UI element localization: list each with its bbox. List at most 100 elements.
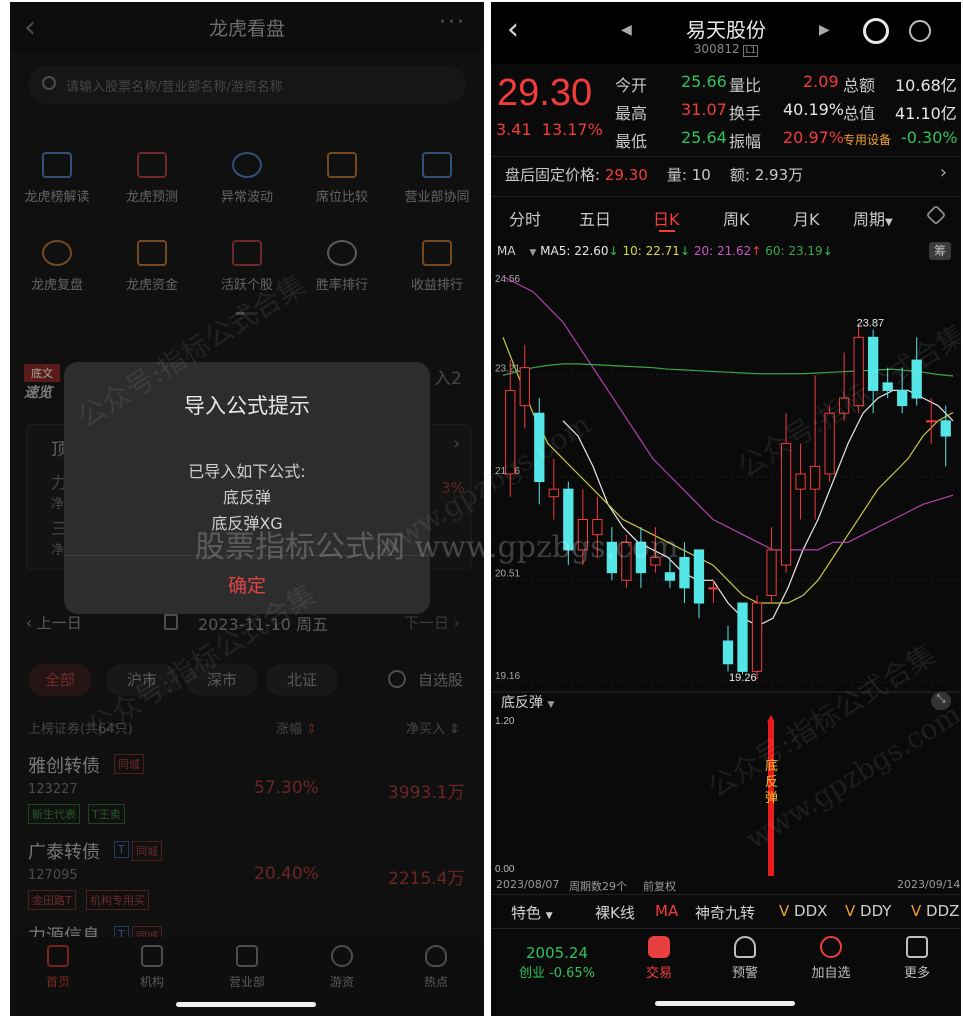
- candle-body: [708, 587, 719, 590]
- candle-body: [926, 420, 937, 423]
- dropdown-icon: ▼: [885, 217, 893, 228]
- after-hours-line[interactable]: 盘后固定价格: 29.30 量: 10 额: 2.93万: [505, 164, 803, 185]
- price-change: 3.41 13.17%: [496, 120, 603, 139]
- tool-ma[interactable]: MA: [655, 902, 678, 920]
- quote-label: 最低: [615, 132, 648, 151]
- tab-label: 更多: [903, 966, 930, 981]
- tool-magic-nine[interactable]: 神奇九转: [695, 902, 755, 923]
- period-label: 周期: [853, 210, 886, 229]
- dialog-formula-1: 底反弹: [222, 488, 271, 507]
- arrow-up-icon: ↑: [751, 244, 762, 258]
- ddz-label: DDZ: [926, 902, 960, 920]
- chip-button[interactable]: 筹: [929, 242, 951, 260]
- right-screen: ‹ ◀ 易天股份 300812 L1 ▶ 29.30 3.41 13.17% 今…: [491, 2, 961, 1016]
- quote-label: 总额: [843, 76, 876, 95]
- footer-start-date: 2023/08/07: [496, 878, 560, 891]
- candle-body: [693, 549, 705, 604]
- v-flag-icon: V: [911, 902, 927, 920]
- ddx-label: DDX: [794, 902, 828, 920]
- low-label: 19.26: [729, 672, 757, 684]
- mascot-icon[interactable]: [863, 18, 889, 44]
- tab-intraday[interactable]: 分时: [509, 206, 541, 230]
- tab-5day[interactable]: 五日: [579, 206, 611, 230]
- candle-body: [722, 640, 734, 665]
- candle-body: [664, 572, 676, 581]
- kline-chart[interactable]: 24.5623.2121.8620.5119.1623.8719.26: [491, 264, 961, 694]
- footer-end-date: 2023/09/14: [897, 878, 961, 891]
- candle-body: [737, 602, 748, 672]
- indicator-top-tick: 1.20: [495, 716, 515, 727]
- quote-value: 25.66: [681, 72, 727, 91]
- ma-legend: MA ▼ MA5: 22.60↓ 10: 22.71↓ 20: 21.62↑ 6…: [497, 244, 833, 258]
- tool-feature[interactable]: 特色 ▼: [511, 902, 553, 923]
- stock-header: ‹ ◀ 易天股份 300812 L1 ▶: [491, 2, 961, 64]
- after-label: 盘后固定价格:: [505, 166, 601, 184]
- tool-ddx[interactable]: V DDX: [779, 902, 827, 920]
- dropdown-icon[interactable]: ▼: [529, 248, 536, 258]
- quote-label: 最高: [615, 104, 648, 123]
- quote-value: 2.09: [803, 72, 839, 91]
- change-value: 3.41: [496, 120, 532, 139]
- quote-value: 31.07: [681, 100, 727, 119]
- tab-label: 交易: [645, 966, 672, 981]
- v-flag-icon: V: [779, 902, 795, 920]
- grid-icon: [906, 936, 928, 958]
- signal-arrow-icon: [767, 715, 775, 722]
- index-label: 创业 -0.65%: [518, 966, 596, 981]
- ma60-value: 60: 23.19: [765, 244, 823, 258]
- quote-value: 25.64: [681, 128, 727, 147]
- tool-ddz[interactable]: V DDZ: [911, 902, 959, 920]
- left-screen: ‹ 龙虎看盘 ··· 请输入股票名称/营业部名称/游资名称 龙虎榜解读 龙虎预测…: [10, 2, 484, 1016]
- tab-monthly-k[interactable]: 月K: [793, 206, 820, 230]
- divider: [491, 196, 961, 197]
- tab-trade[interactable]: 交易: [619, 934, 699, 981]
- confirm-button[interactable]: 确定: [64, 571, 430, 598]
- candle-body: [809, 465, 821, 490]
- dropdown-icon: ▼: [545, 911, 553, 921]
- tab-weekly-k[interactable]: 周K: [723, 206, 750, 230]
- level-badge: L1: [743, 45, 759, 57]
- chevron-right-icon[interactable]: ›: [940, 162, 947, 183]
- tab-add-watch[interactable]: 加自选: [791, 934, 871, 981]
- footer-adjust: 前复权: [643, 880, 676, 893]
- tab-alert[interactable]: 预警: [705, 934, 785, 981]
- tool-bare-k[interactable]: 裸K线: [595, 902, 635, 923]
- quote-value: 10.68亿: [895, 76, 957, 95]
- indicator-bottom-tick: 0.00: [495, 864, 515, 875]
- y-tick-label: 19.16: [495, 671, 520, 682]
- tool-feature-label: 特色: [511, 904, 542, 922]
- after-price: 29.30: [604, 166, 648, 184]
- search-icon[interactable]: [909, 20, 931, 42]
- quote-label: 换手: [729, 104, 762, 123]
- tool-ddy[interactable]: V DDY: [845, 902, 891, 920]
- quote-value: 41.10亿: [895, 104, 957, 123]
- v-flag-icon: V: [845, 902, 861, 920]
- ma10-value: 10: 22.71: [622, 244, 680, 258]
- indicator-selector[interactable]: 底反弹 ▼: [501, 692, 554, 712]
- arrow-down-icon: ↓: [608, 244, 619, 258]
- y-tick-label: 20.51: [495, 569, 520, 580]
- stock-code-line: 300812 L1: [491, 42, 961, 57]
- ma20-value: 20: 21.62: [693, 244, 752, 258]
- divider: [491, 928, 961, 929]
- index-value: 2005.24: [525, 944, 589, 962]
- settings-icon[interactable]: [925, 204, 947, 226]
- after-vol-label: 量:: [666, 166, 687, 184]
- candle-body: [519, 367, 530, 407]
- tab-label: 加自选: [811, 966, 851, 981]
- candle-body: [679, 556, 690, 589]
- ma5-value: MA5: 22.60: [540, 244, 609, 258]
- home-indicator: [176, 1002, 316, 1007]
- dropdown-icon: ▼: [547, 700, 555, 710]
- sector-label[interactable]: 专用设备: [843, 131, 891, 148]
- tab-daily-k[interactable]: 日K: [653, 206, 680, 230]
- current-price: 29.30: [497, 72, 593, 114]
- home-indicator: [655, 1001, 795, 1006]
- next-stock-icon[interactable]: ▶: [819, 22, 830, 38]
- tab-more[interactable]: 更多: [877, 934, 957, 981]
- divider: [491, 894, 961, 895]
- quote-label: 今开: [615, 76, 648, 95]
- candle-body: [795, 473, 806, 490]
- tab-period[interactable]: 周期▼: [853, 206, 893, 230]
- high-label: 23.87: [857, 317, 885, 329]
